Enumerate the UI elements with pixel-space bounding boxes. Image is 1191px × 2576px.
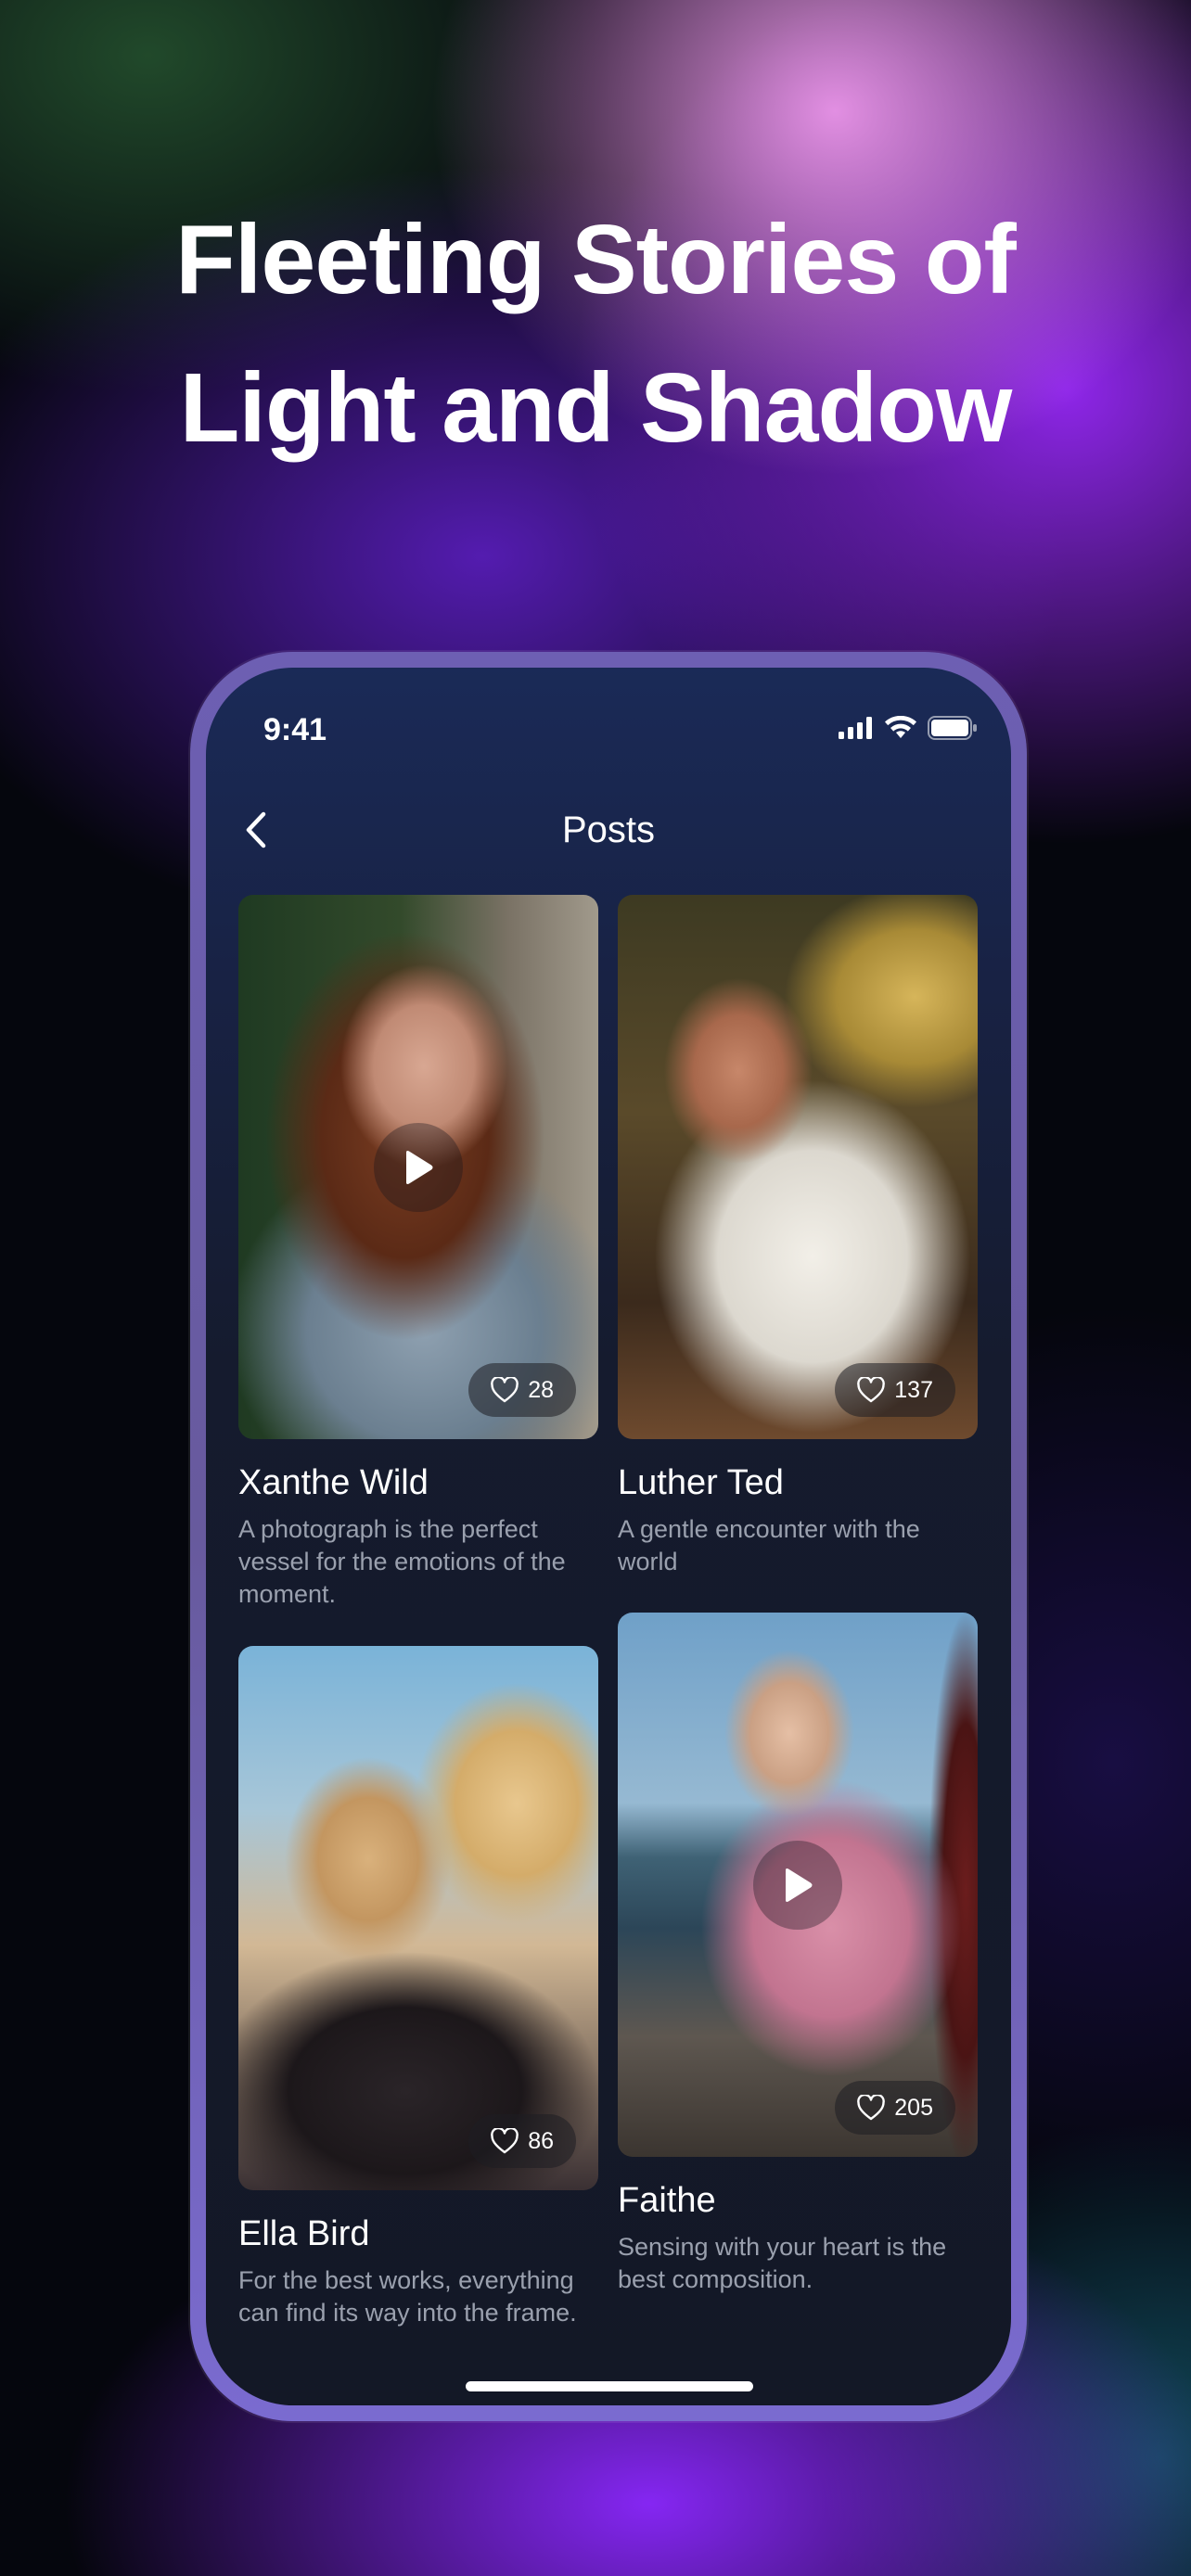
post-description: For the best works, everything can find … xyxy=(238,2266,577,2327)
like-count: 137 xyxy=(894,1376,933,1403)
post-author: Xanthe Wild xyxy=(238,1463,429,1502)
post-card[interactable]: 137 Luther Ted A gentle encounter with t… xyxy=(618,895,978,1578)
phone-screen: 9:41 Posts 28 Xanthe Wild A photograph i… xyxy=(206,668,1011,2405)
play-button[interactable] xyxy=(753,1841,842,1930)
post-author: Faithe xyxy=(618,2181,716,2220)
nav-bar: Posts xyxy=(206,784,1011,876)
post-author: Luther Ted xyxy=(618,1463,784,1502)
post-media[interactable]: 205 xyxy=(618,1613,978,2157)
page-title: Posts xyxy=(561,810,656,850)
wifi-icon xyxy=(885,716,916,738)
heart-icon xyxy=(857,2095,886,2121)
battery-icon xyxy=(928,716,977,740)
heart-icon xyxy=(491,1377,519,1403)
headline-line-1: Fleeting Stories of xyxy=(175,205,1017,314)
post-media[interactable]: 28 xyxy=(238,895,598,1439)
post-card[interactable]: 86 Ella Bird For the best works, everyth… xyxy=(238,1646,598,2329)
post-author: Ella Bird xyxy=(238,2214,370,2253)
post-description: A gentle encounter with the world xyxy=(618,1515,920,1575)
cellular-signal-icon xyxy=(839,717,872,739)
headline: Fleeting Stories of Light and Shadow xyxy=(0,185,1191,482)
headline-line-2: Light and Shadow xyxy=(179,353,1013,463)
like-badge[interactable]: 86 xyxy=(468,2114,576,2168)
like-count: 205 xyxy=(894,2094,933,2121)
play-icon xyxy=(786,1868,813,1902)
post-description: A photograph is the perfect vessel for t… xyxy=(238,1515,566,1608)
post-photo xyxy=(238,1646,598,2190)
status-bar: 9:41 xyxy=(206,668,1011,779)
phone-frame: 9:41 Posts 28 Xanthe Wild A photograph i… xyxy=(190,652,1027,2421)
like-badge[interactable]: 28 xyxy=(468,1363,576,1417)
like-badge[interactable]: 205 xyxy=(835,2081,955,2135)
heart-icon xyxy=(857,1377,886,1403)
post-media[interactable]: 137 xyxy=(618,895,978,1439)
heart-icon xyxy=(491,2128,519,2154)
status-time: 9:41 xyxy=(263,712,327,747)
like-badge[interactable]: 137 xyxy=(835,1363,955,1417)
like-count: 86 xyxy=(528,2127,554,2154)
post-media[interactable]: 86 xyxy=(238,1646,598,2190)
play-icon xyxy=(406,1151,433,1184)
post-description: Sensing with your heart is the best comp… xyxy=(618,2233,947,2293)
status-icons xyxy=(839,716,978,740)
post-photo xyxy=(618,895,978,1439)
home-indicator[interactable] xyxy=(466,2381,753,2391)
play-button[interactable] xyxy=(374,1123,463,1212)
post-card[interactable]: 205 Faithe Sensing with your heart is th… xyxy=(618,1613,978,2296)
post-card[interactable]: 28 Xanthe Wild A photograph is the perfe… xyxy=(238,895,598,1611)
like-count: 28 xyxy=(528,1376,554,1403)
